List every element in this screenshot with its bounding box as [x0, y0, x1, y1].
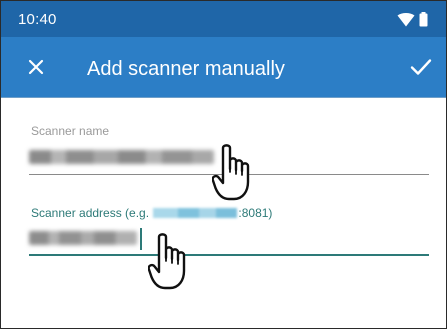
scanner-address-value[interactable]: [29, 231, 137, 245]
status-bar: 10:40: [1, 1, 446, 37]
status-icons: [397, 12, 428, 27]
scanner-address-label: Scanner address (e.g. :8081): [31, 206, 272, 220]
status-time: 10:40: [18, 11, 57, 28]
scanner-name-label: Scanner name: [31, 124, 110, 138]
scanner-address-example-obscured: [153, 208, 238, 218]
confirm-button[interactable]: [410, 58, 432, 76]
tap-hand-icon: [212, 144, 250, 201]
tap-hand-icon: [148, 233, 186, 290]
scanner-address-label-suffix: :8081): [238, 206, 273, 220]
text-cursor: [140, 228, 142, 250]
close-button[interactable]: [26, 57, 46, 77]
page-title: Add scanner manually: [87, 58, 285, 80]
scanner-address-underline: [29, 254, 429, 256]
wifi-icon: [397, 12, 415, 26]
check-icon: [410, 59, 432, 75]
app-screen: 10:40 Add scanner manually Scanner name: [0, 0, 447, 329]
form-content: Scanner name Scanner address (e.g. :8081…: [1, 98, 446, 328]
close-icon: [28, 59, 44, 75]
battery-icon: [419, 12, 428, 27]
scanner-address-label-prefix: Scanner address (e.g.: [31, 206, 153, 220]
scanner-name-value[interactable]: [29, 150, 214, 164]
app-bar: Add scanner manually: [1, 37, 446, 98]
